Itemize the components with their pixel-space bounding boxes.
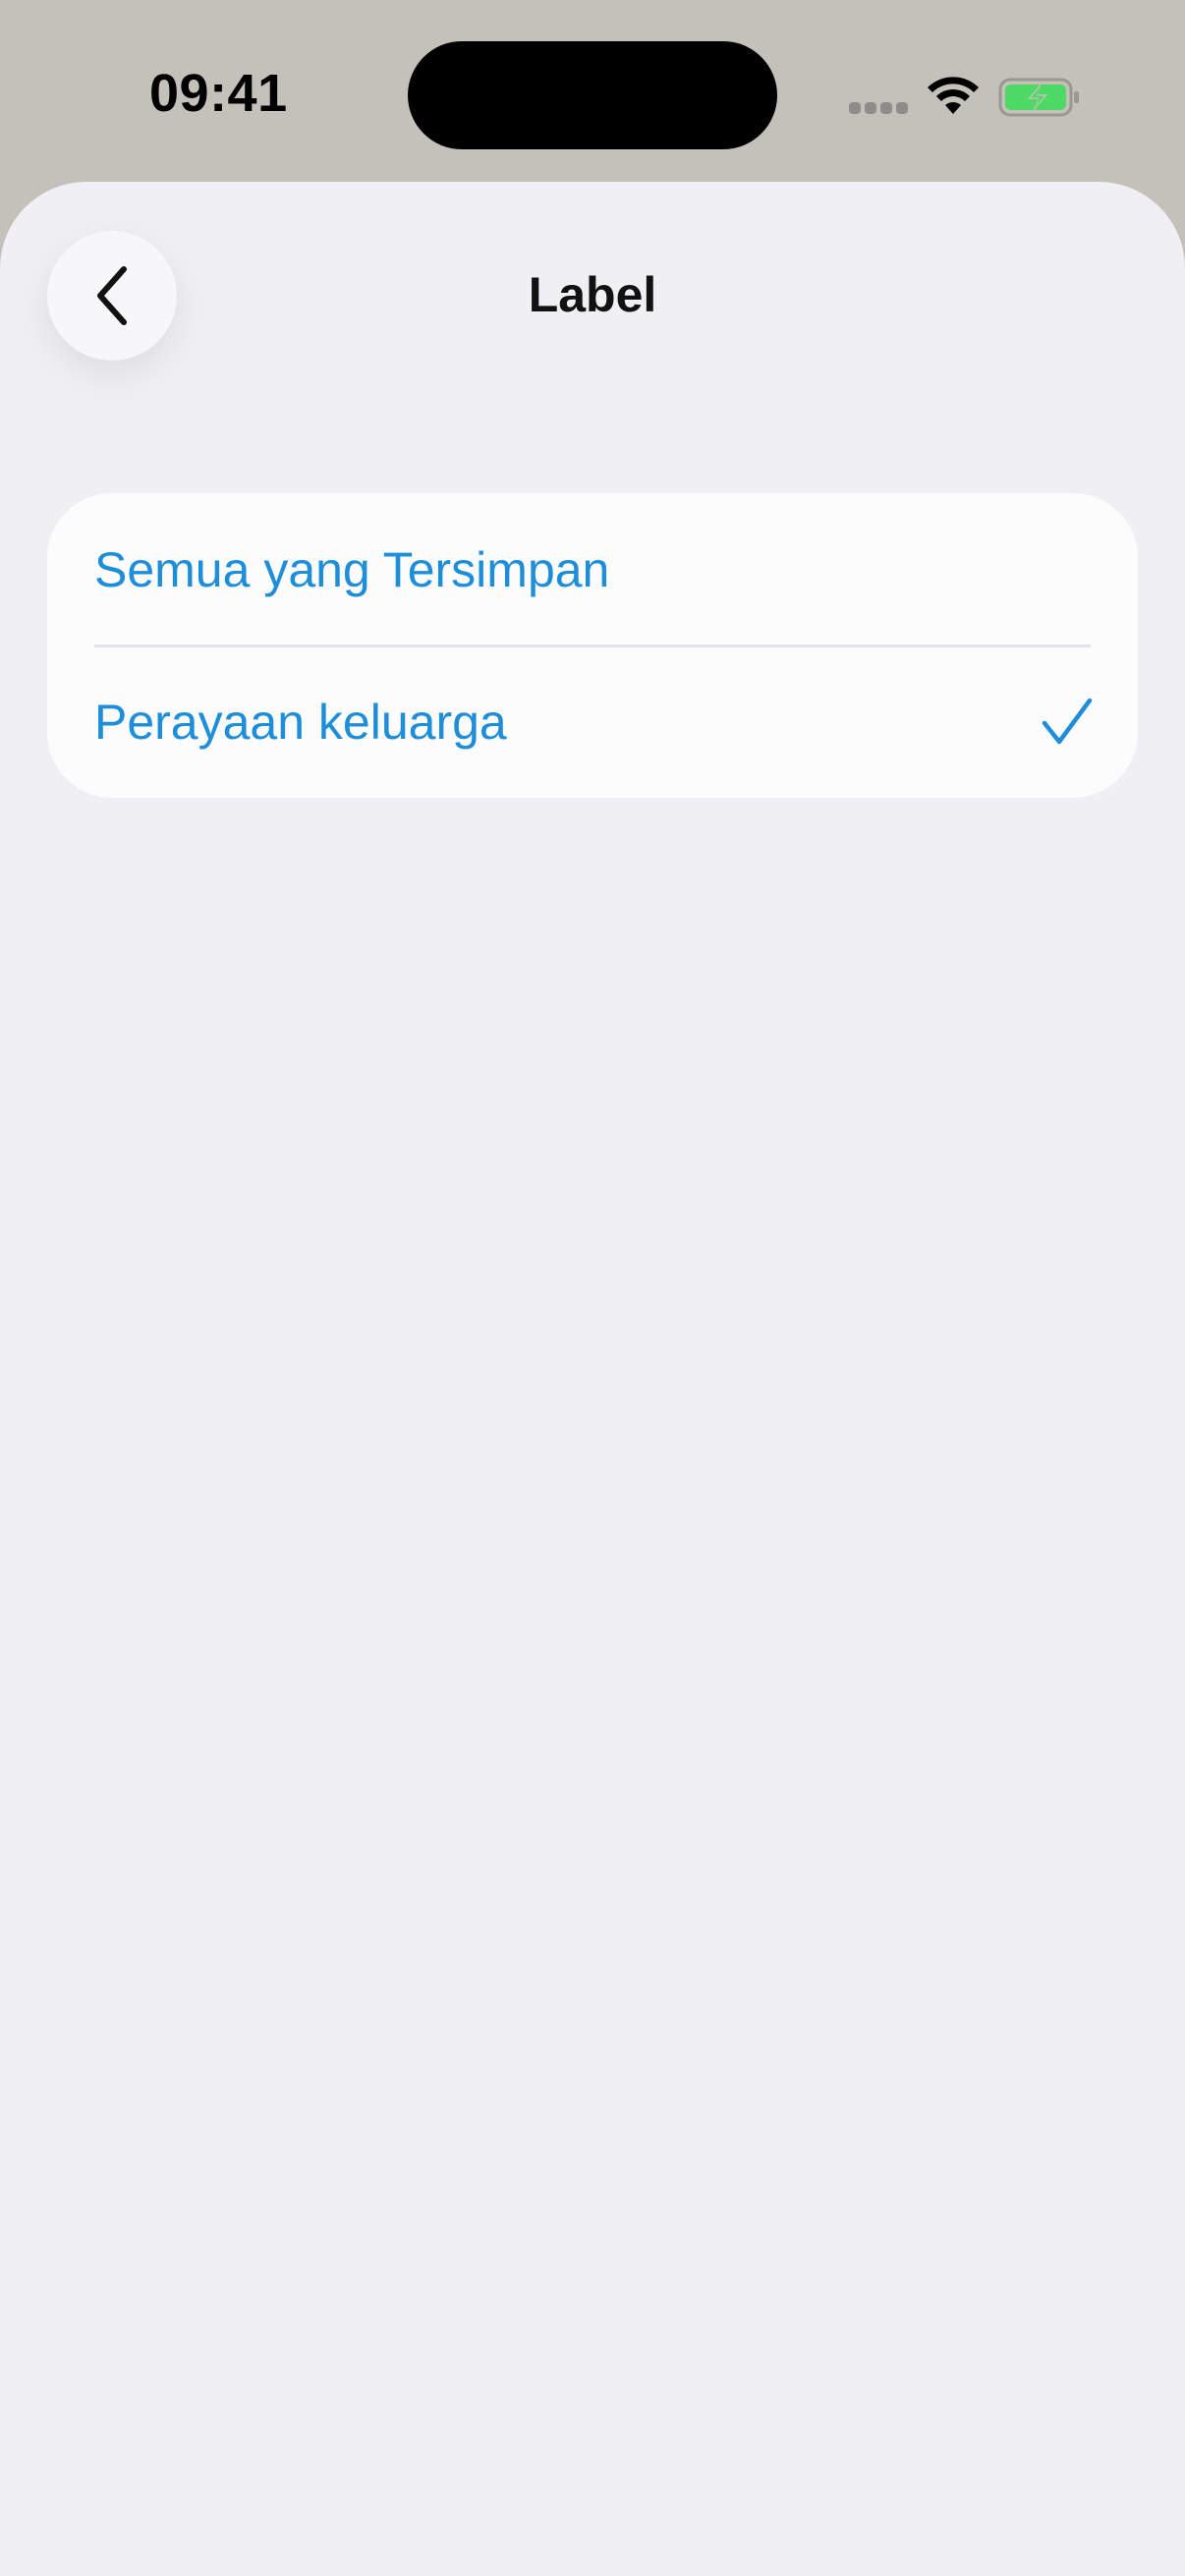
status-time: 09:41 [149,64,288,123]
status-bar: 09:41 [0,0,1185,187]
page-title: Label [528,267,657,322]
checkmark-icon [1042,698,1093,744]
label-sheet: Label Semua yang Tersimpan Perayaan kelu… [0,182,1185,2576]
dynamic-island [408,41,777,149]
cellular-signal-icon [849,102,908,116]
list-item-perayaan-keluarga[interactable]: Perayaan keluarga [47,645,1138,798]
list-item-label: Semua yang Tersimpan [94,541,610,597]
label-list: Semua yang Tersimpan Perayaan keluarga [47,493,1138,798]
list-item-label: Perayaan keluarga [94,694,507,750]
battery-charging-icon [998,78,1079,117]
list-item-semua-yang-tersimpan[interactable]: Semua yang Tersimpan [47,493,1138,647]
app-screen: 09:41 Label Semua yang Tersimpan Perayaa… [0,0,1185,2576]
wifi-icon [928,77,979,114]
